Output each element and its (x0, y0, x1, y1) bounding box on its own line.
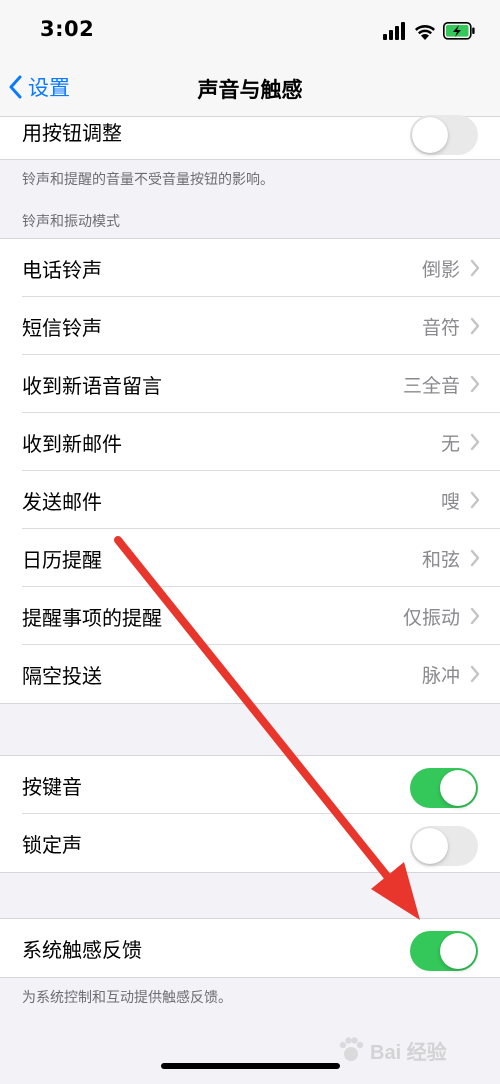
volume-buttons-group: 用按钮调整 (0, 115, 500, 159)
divider (0, 159, 500, 160)
system-haptics-toggle[interactable] (410, 931, 478, 971)
row-value: 音符 (421, 316, 460, 339)
chevron-right-icon (470, 549, 480, 567)
chevron-right-icon (470, 665, 480, 683)
status-icons (383, 22, 475, 40)
lock-sound-toggle[interactable] (410, 826, 478, 866)
watermark: Bai 经验 (336, 1030, 486, 1070)
list-item-airdrop[interactable]: 隔空投送 脉冲 (0, 645, 500, 703)
home-indicator[interactable] (161, 1063, 340, 1069)
row-label: 隔空投送 (22, 663, 102, 688)
chevron-right-icon (470, 259, 480, 277)
row-value: 和弦 (421, 548, 460, 571)
navigation-bar: 设置 声音与触感 (0, 58, 500, 117)
row-value: 三全音 (402, 374, 460, 397)
list-item-ringtone[interactable]: 电话铃声 倒影 (0, 239, 500, 297)
row-label: 短信铃声 (22, 315, 102, 340)
battery-charging-icon (443, 22, 475, 40)
chevron-right-icon (470, 375, 480, 393)
list-item-new-mail[interactable]: 收到新邮件 无 (0, 413, 500, 471)
change-with-buttons-toggle[interactable] (410, 115, 478, 155)
row-value: 嗖 (440, 490, 460, 513)
row-value: 仅振动 (402, 606, 460, 629)
row-label: 收到新语音留言 (22, 373, 162, 398)
list-item-sent-mail[interactable]: 发送邮件 嗖 (0, 471, 500, 529)
list-item-reminder-alerts[interactable]: 提醒事项的提醒 仅振动 (0, 587, 500, 645)
row-label: 日历提醒 (22, 547, 102, 572)
list-item-text-tone[interactable]: 短信铃声 音符 (0, 297, 500, 355)
row-value: 脉冲 (421, 664, 460, 687)
row-label: 发送邮件 (22, 489, 102, 514)
cellular-signal-icon (383, 22, 405, 40)
status-time: 3:02 (40, 17, 95, 41)
wifi-icon (415, 25, 435, 40)
toggle-knob (412, 828, 448, 864)
status-bar: 3:02 (0, 0, 500, 58)
toggle-knob (440, 770, 476, 806)
list-item-calendar-alerts[interactable]: 日历提醒 和弦 (0, 529, 500, 587)
watermark-text: Bai 经验 (370, 1041, 447, 1064)
sounds-list: 电话铃声 倒影 短信铃声 音符 收到新语音留言 三全音 收到新邮件 无 发送邮件… (0, 238, 500, 704)
row-label: 电话铃声 (22, 257, 102, 282)
toggle-knob (440, 933, 476, 969)
volume-footnote: 铃声和提醒的音量不受音量按钮的影响。 (22, 172, 274, 188)
system-sounds-group: 按键音 锁定声 (0, 755, 500, 873)
toggle-knob (412, 117, 448, 153)
haptics-group: 系统触感反馈 (0, 918, 500, 978)
chevron-right-icon (470, 433, 480, 451)
haptics-footnote: 为系统控制和互动提供触感反馈。 (22, 990, 232, 1006)
list-item-new-voicemail[interactable]: 收到新语音留言 三全音 (0, 355, 500, 413)
page-title: 声音与触感 (197, 78, 303, 102)
row-label: 收到新邮件 (22, 431, 122, 456)
lock-sound-row: 锁定声 (0, 814, 500, 872)
chevron-right-icon (470, 491, 480, 509)
system-haptics-row: 系统触感反馈 (0, 919, 500, 977)
change-with-buttons-row: 用按钮调整 (0, 115, 500, 159)
chevron-right-icon (470, 317, 480, 335)
keyboard-clicks-toggle[interactable] (410, 768, 478, 808)
section-header-ringtones: 铃声和振动模式 (22, 214, 120, 230)
keyboard-clicks-row: 按键音 (0, 756, 500, 814)
row-label: 提醒事项的提醒 (22, 605, 162, 630)
chevron-right-icon (470, 607, 480, 625)
paw-logo-icon (339, 1037, 364, 1061)
row-value: 无 (440, 432, 460, 455)
row-value: 倒影 (421, 258, 460, 281)
